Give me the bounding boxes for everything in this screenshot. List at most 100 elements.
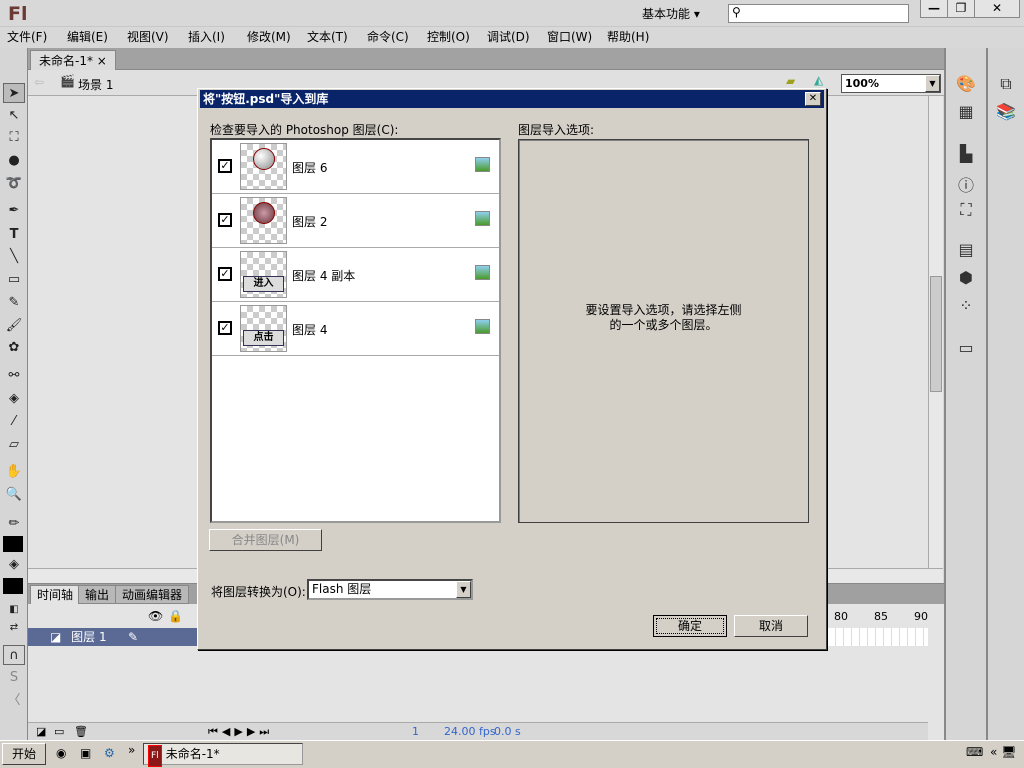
quicklaunch-icon[interactable]: ▣ — [80, 746, 91, 760]
new-folder-icon[interactable]: ▭ — [54, 723, 64, 740]
close-button[interactable]: ✕ — [974, 0, 1020, 18]
zoom-tool-icon[interactable]: 🔍 — [3, 485, 25, 505]
layer-item[interactable]: ✓ 图层 2 — [212, 194, 499, 248]
motion-presets-icon[interactable]: ⁘ — [954, 296, 978, 318]
layer-item[interactable]: ✓ 图层 6 — [212, 140, 499, 194]
smooth-icon[interactable]: S — [3, 668, 25, 688]
restore-button[interactable]: ❐ — [947, 0, 975, 18]
3d-rotation-tool-icon[interactable]: ● — [3, 151, 25, 171]
menu-control[interactable]: 控制(O) — [427, 27, 470, 49]
zoom-value: 100% — [845, 77, 879, 90]
actions-icon[interactable]: ▤ — [954, 240, 978, 262]
tab-output[interactable]: 输出 — [78, 585, 117, 604]
start-button[interactable]: 开始 — [2, 743, 46, 765]
layer-checkbox[interactable]: ✓ — [218, 213, 232, 227]
pencil-tool-icon[interactable]: ✎ — [3, 293, 25, 313]
project-icon[interactable]: ▭ — [954, 338, 978, 360]
cancel-button[interactable]: 取消 — [734, 615, 808, 637]
bone-tool-icon[interactable]: ⚯ — [3, 366, 25, 386]
hand-tool-icon[interactable]: ✋ — [3, 462, 25, 482]
menu-debug[interactable]: 调试(D) — [487, 27, 530, 49]
stroke-color-icon[interactable]: ✏ — [3, 514, 25, 534]
playback-controls-icon[interactable]: ⏮◀▶▶⏭ — [208, 723, 273, 740]
snap-magnet-icon[interactable]: ∩ — [3, 645, 25, 665]
free-transform-tool-icon[interactable]: ⛶ — [3, 128, 25, 148]
menu-modify[interactable]: 修改(M) — [247, 27, 291, 49]
menu-edit[interactable]: 编辑(E) — [67, 27, 108, 49]
frame-cells[interactable] — [828, 628, 928, 646]
more-icon[interactable]: » — [128, 743, 135, 757]
menu-text[interactable]: 文本(T) — [307, 27, 348, 49]
lasso-tool-icon[interactable]: ➰ — [3, 174, 25, 194]
merge-layers-button[interactable]: 合并图层(M) — [209, 529, 322, 551]
delete-layer-icon[interactable]: 🗑 — [74, 723, 88, 740]
line-tool-icon[interactable]: ╲ — [3, 247, 25, 267]
new-layer-icon[interactable]: ◪ — [36, 723, 46, 740]
edit-scene-icon[interactable]: ▰ — [786, 74, 795, 88]
layers-list[interactable]: ✓ 图层 6 ✓ 图层 2 ✓ 进入 图层 4 副本 ✓ 点击 图层 4 — [210, 138, 501, 523]
workspace-switcher[interactable]: 基本功能 ▾ — [642, 5, 700, 22]
straighten-icon[interactable]: 〈 — [3, 691, 25, 711]
tab-timeline[interactable]: 时间轴 — [30, 585, 81, 604]
layer-item[interactable]: ✓ 点击 图层 4 — [212, 302, 499, 356]
layer-checkbox[interactable]: ✓ — [218, 159, 232, 173]
fill-color-icon[interactable]: ◈ — [3, 555, 25, 575]
keyboard-icon[interactable]: ⌨ — [966, 745, 983, 759]
align-icon[interactable]: ▙ — [954, 144, 978, 166]
color-palette-icon[interactable]: 🎨 — [954, 74, 978, 96]
ok-button[interactable]: 确定 — [653, 615, 727, 637]
fill-color-swatch[interactable] — [3, 578, 23, 594]
menu-file[interactable]: 文件(F) — [7, 27, 47, 49]
frame-rate[interactable]: 24.00 fps — [444, 723, 496, 740]
convert-layers-select[interactable]: Flash 图层 ▼ — [307, 579, 473, 600]
properties-icon[interactable]: ⧉ — [994, 74, 1018, 96]
close-tab-icon[interactable]: × — [97, 54, 107, 68]
deco-tool-icon[interactable]: ✿ — [3, 338, 25, 358]
transform-icon[interactable]: ⛶ — [954, 200, 978, 222]
edit-symbols-icon[interactable]: ◭ — [814, 73, 823, 87]
back-arrow-icon[interactable]: ⇦ — [34, 75, 44, 89]
zoom-select[interactable]: 100% ▼ — [841, 74, 941, 93]
document-tab[interactable]: 未命名-1* × — [30, 50, 116, 70]
menu-window[interactable]: 窗口(W) — [547, 27, 592, 49]
pen-tool-icon[interactable]: ✒ — [3, 201, 25, 221]
settings-icon[interactable]: ⚙ — [104, 746, 115, 760]
eraser-icon[interactable]: ▱ — [3, 435, 25, 455]
black-white-icon[interactable]: ◧ — [3, 600, 25, 620]
selection-tool-icon[interactable]: ➤ — [3, 83, 25, 103]
dialog-close-button[interactable]: ✕ — [805, 92, 821, 106]
help-search-input[interactable]: ⚲ — [728, 4, 909, 23]
rectangle-tool-icon[interactable]: ▭ — [3, 270, 25, 290]
tray-expand-icon[interactable]: « 🖥 — [990, 745, 1016, 759]
library-icon[interactable]: 📚 — [994, 102, 1018, 124]
brush-tool-icon[interactable]: 🖌 — [3, 316, 25, 336]
text-tool-icon[interactable]: T — [3, 225, 25, 245]
vertical-scrollbar[interactable] — [928, 96, 943, 568]
menu-view[interactable]: 视图(V) — [127, 27, 169, 49]
stroke-color-swatch[interactable] — [3, 536, 23, 552]
menu-insert[interactable]: 插入(I) — [188, 27, 225, 49]
layer-item[interactable]: ✓ 进入 图层 4 副本 — [212, 248, 499, 302]
media-player-icon[interactable]: ◉ — [56, 746, 66, 760]
chevron-down-icon[interactable]: ▼ — [925, 75, 940, 92]
menu-commands[interactable]: 命令(C) — [367, 27, 409, 49]
swatches-icon[interactable]: ▦ — [954, 102, 978, 124]
scroll-thumb[interactable] — [930, 276, 942, 392]
minimize-button[interactable]: — — [920, 0, 948, 18]
eyedropper-icon[interactable]: ⁄ — [3, 412, 25, 432]
info-icon[interactable]: ⓘ — [954, 172, 978, 195]
tab-motion-editor[interactable]: 动画编辑器 — [115, 585, 190, 604]
task-button[interactable]: Fl 未命名-1* — [143, 743, 303, 767]
swap-colors-icon[interactable]: ⇄ — [3, 618, 25, 638]
menu-help[interactable]: 帮助(H) — [607, 27, 649, 49]
paint-bucket-icon[interactable]: ◈ — [3, 389, 25, 409]
lock-icon[interactable]: 🔒 — [168, 609, 183, 623]
subselection-tool-icon[interactable]: ↖ — [3, 106, 25, 126]
components-icon[interactable]: ⬢ — [954, 268, 978, 290]
layer-checkbox[interactable]: ✓ — [218, 321, 232, 335]
current-frame[interactable]: 1 — [412, 723, 419, 740]
layer-checkbox[interactable]: ✓ — [218, 267, 232, 281]
layer-row[interactable]: ◪ 图层 1 ✎ — [28, 628, 198, 646]
chevron-down-icon[interactable]: ▼ — [456, 581, 471, 598]
eye-icon[interactable]: 👁 — [148, 609, 163, 623]
